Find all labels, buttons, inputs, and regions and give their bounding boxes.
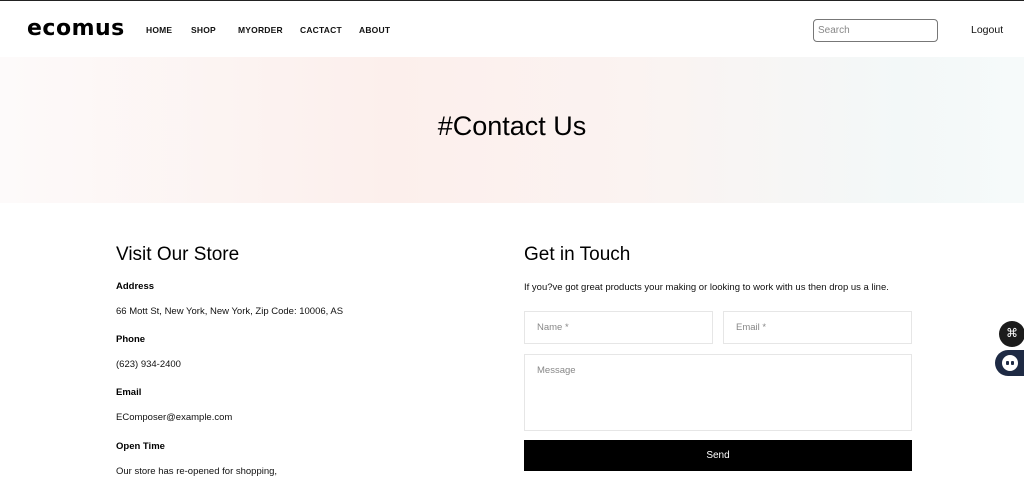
apps-widget-button[interactable]: ⌘	[999, 321, 1024, 347]
site-header: ecomus HOME SHOP MYORDER CACTACT ABOUT L…	[0, 1, 1024, 57]
email-label: Email	[116, 387, 142, 398]
message-field[interactable]	[524, 354, 912, 431]
nav-home[interactable]: HOME	[146, 25, 172, 35]
chatbot-icon	[1002, 355, 1018, 371]
nav-about[interactable]: ABOUT	[359, 25, 390, 35]
search-input[interactable]	[813, 19, 938, 42]
contact-intro: If you?ve got great products your making…	[524, 282, 889, 293]
logout-link[interactable]: Logout	[971, 24, 1003, 36]
nav-contact[interactable]: CACTACT	[300, 25, 342, 35]
address-value: 66 Mott St, New York, New York, Zip Code…	[116, 306, 344, 317]
send-button[interactable]: Send	[524, 440, 912, 471]
email-value: EComposer@example.com	[116, 412, 233, 423]
page-banner: #Contact Us	[0, 57, 1024, 203]
store-heading: Visit Our Store	[116, 244, 240, 265]
chat-widget-button[interactable]	[995, 350, 1024, 376]
email-field[interactable]	[723, 311, 912, 344]
phone-value: (623) 934-2400	[116, 359, 181, 370]
open-time-label: Open Time	[116, 441, 165, 452]
phone-label: Phone	[116, 334, 146, 345]
nav-shop[interactable]: SHOP	[191, 25, 216, 35]
contact-heading: Get in Touch	[524, 244, 631, 265]
nav-myorder[interactable]: MYORDER	[238, 25, 283, 35]
name-field[interactable]	[524, 311, 713, 344]
logo[interactable]: ecomus	[27, 16, 125, 41]
page-title: #Contact Us	[437, 111, 587, 141]
command-icon: ⌘	[1006, 326, 1018, 340]
address-label: Address	[116, 281, 155, 292]
open-time-value: Our store has re-opened for shopping,	[116, 466, 278, 477]
